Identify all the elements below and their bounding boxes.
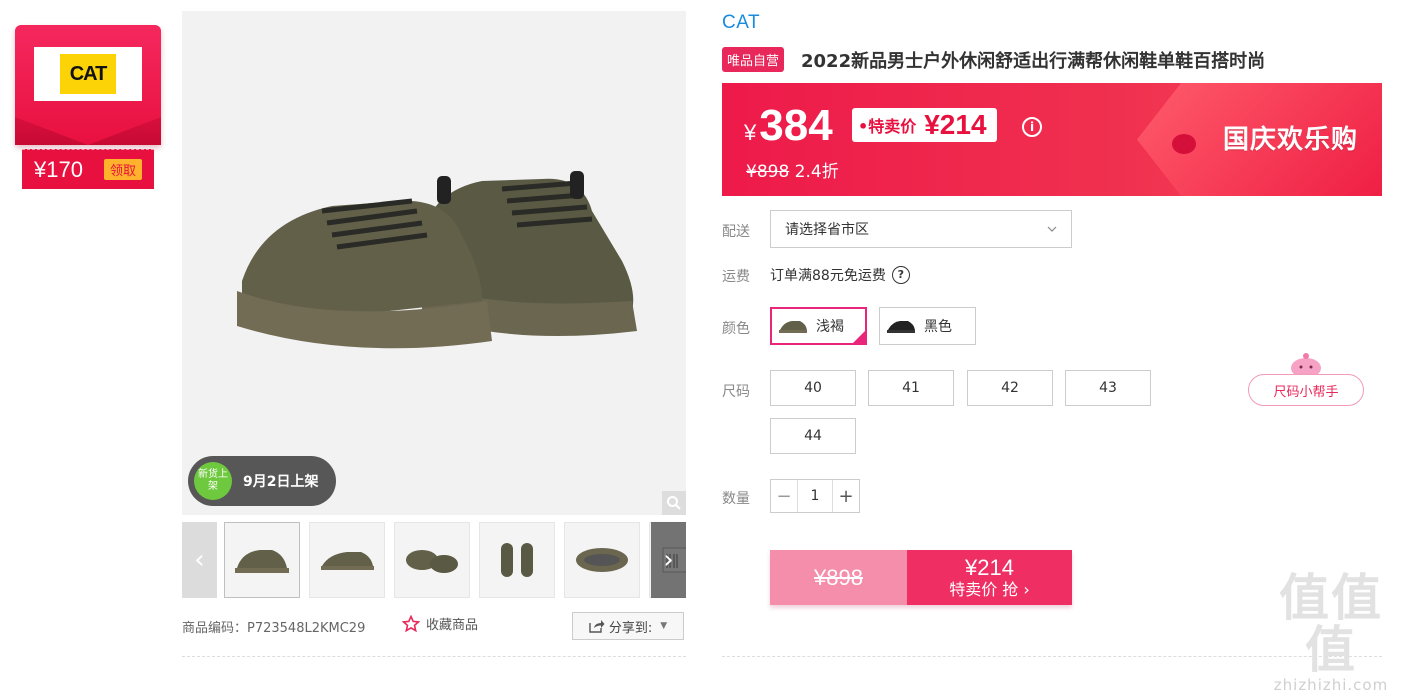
site-watermark: 值值值 zhizhizhi.com [1256, 572, 1406, 694]
freight-text: 订单满88元免运费 [770, 268, 886, 284]
product-main-image[interactable]: 新货上架 9月2日上架 [182, 11, 686, 515]
buy-main[interactable]: ¥214 特卖价 抢 › [907, 550, 1072, 605]
share-icon [589, 620, 605, 633]
quantity-input[interactable]: 1 [797, 480, 833, 512]
freight-label: 运费 [722, 269, 750, 285]
size-option-44[interactable]: 44 [770, 418, 856, 454]
promo-text: 国庆欢乐购 [1222, 125, 1358, 155]
size-option-42[interactable]: 42 [967, 370, 1053, 406]
special-price-value: ¥214 [924, 109, 987, 140]
current-price-value: 384 [759, 101, 833, 150]
zoom-icon[interactable] [662, 491, 686, 515]
watermark-logo: 值值值 [1279, 569, 1383, 679]
thumbnail-strip: ‹ › [182, 522, 686, 600]
quantity-stepper: − 1 + [770, 479, 860, 513]
shoe-swatch-icon [779, 321, 807, 333]
share-label: 分享到: [608, 620, 653, 636]
price-banner: 国庆欢乐购 ¥ 384 •特卖价 ¥214 i ¥898 2.4折 [722, 83, 1382, 196]
shoe-image [237, 171, 637, 349]
size-option-43[interactable]: 43 [1065, 370, 1151, 406]
promo-tag-hole [1172, 134, 1196, 154]
coupon-claim-bar[interactable]: ¥170 领取 [22, 149, 154, 189]
plus-button[interactable]: + [833, 480, 859, 512]
cat-logo: CAT [60, 54, 116, 94]
divider [182, 656, 686, 657]
size-label: 尺码 [722, 384, 750, 400]
freight-info: 订单满88元免运费 ? [770, 265, 910, 285]
color-option-black[interactable]: 黑色 [879, 307, 976, 345]
favorite-label: 收藏商品 [426, 618, 479, 633]
region-select-text: 请选择省市区 [785, 222, 869, 238]
selected-check-icon [851, 329, 867, 345]
buy-label: 特卖价 抢 › [949, 579, 1030, 599]
coupon-take-button[interactable]: 领取 [103, 159, 142, 180]
thumbnail-1[interactable] [224, 522, 300, 598]
thumbnail-3[interactable] [394, 522, 470, 598]
new-arrival-date: 9月2日上架 [243, 474, 319, 490]
original-price: ¥898 [746, 162, 790, 182]
watermark-url: zhizhizhi.com [1273, 676, 1389, 694]
current-price-yen: ¥ [744, 120, 757, 145]
help-icon[interactable]: ? [891, 266, 910, 284]
color-label: 颜色 [722, 321, 750, 337]
shoe-swatch-icon [887, 321, 915, 333]
star-icon [402, 614, 420, 632]
caret-down-icon: ▼ [660, 621, 668, 631]
brand-logo-box: CAT [34, 47, 142, 101]
buy-button[interactable]: ¥898 ¥214 特卖价 抢 › [770, 550, 1072, 605]
thumbnail-2[interactable] [309, 522, 385, 598]
thumbnail-5[interactable] [564, 522, 640, 598]
color-option-label: 黑色 [924, 319, 952, 335]
favorite-button[interactable]: 收藏商品 [402, 614, 478, 633]
thumb-next-button[interactable]: › [651, 522, 686, 598]
color-option-light-brown[interactable]: 浅褐 [770, 307, 867, 345]
new-arrival-circle: 新货上架 [194, 462, 232, 500]
size-option-41[interactable]: 41 [868, 370, 954, 406]
thumb-prev-button[interactable]: ‹ [182, 522, 217, 598]
new-arrival-badge: 新货上架 9月2日上架 [188, 456, 336, 506]
buy-price: ¥214 [965, 554, 1014, 580]
special-price-pill: •特卖价 ¥214 [852, 108, 997, 142]
original-price-row: ¥898 2.4折 [746, 157, 839, 182]
brand-link[interactable]: CAT [722, 12, 760, 34]
current-price: ¥ 384 [744, 101, 833, 151]
minus-button[interactable]: − [771, 480, 797, 512]
info-icon[interactable]: i [1022, 117, 1042, 137]
region-select[interactable]: 请选择省市区 [770, 210, 1072, 248]
color-option-label: 浅褐 [816, 319, 844, 335]
product-sku: 商品编码：P723548L2KMC29 [182, 621, 366, 636]
quantity-label: 数量 [722, 491, 750, 507]
share-button[interactable]: 分享到: ▼ [572, 612, 684, 640]
buy-original-price: ¥898 [770, 550, 907, 605]
brand-coupon-card[interactable]: CAT ¥170 领取 [15, 25, 161, 190]
self-operated-tag: 唯品自营 [722, 47, 785, 72]
product-title: 2022新品男士户外休闲舒适出行满帮休闲鞋单鞋百搭时尚 [801, 51, 1266, 72]
size-helper-button[interactable]: 尺码小帮手 [1248, 374, 1364, 406]
delivery-label: 配送 [722, 224, 750, 240]
special-price-label: •特卖价 [858, 117, 917, 136]
thumbnail-4[interactable] [479, 522, 555, 598]
size-option-40[interactable]: 40 [770, 370, 856, 406]
discount: 2.4折 [794, 162, 839, 182]
chevron-down-icon [1047, 226, 1057, 232]
coupon-price: ¥170 [34, 156, 83, 182]
